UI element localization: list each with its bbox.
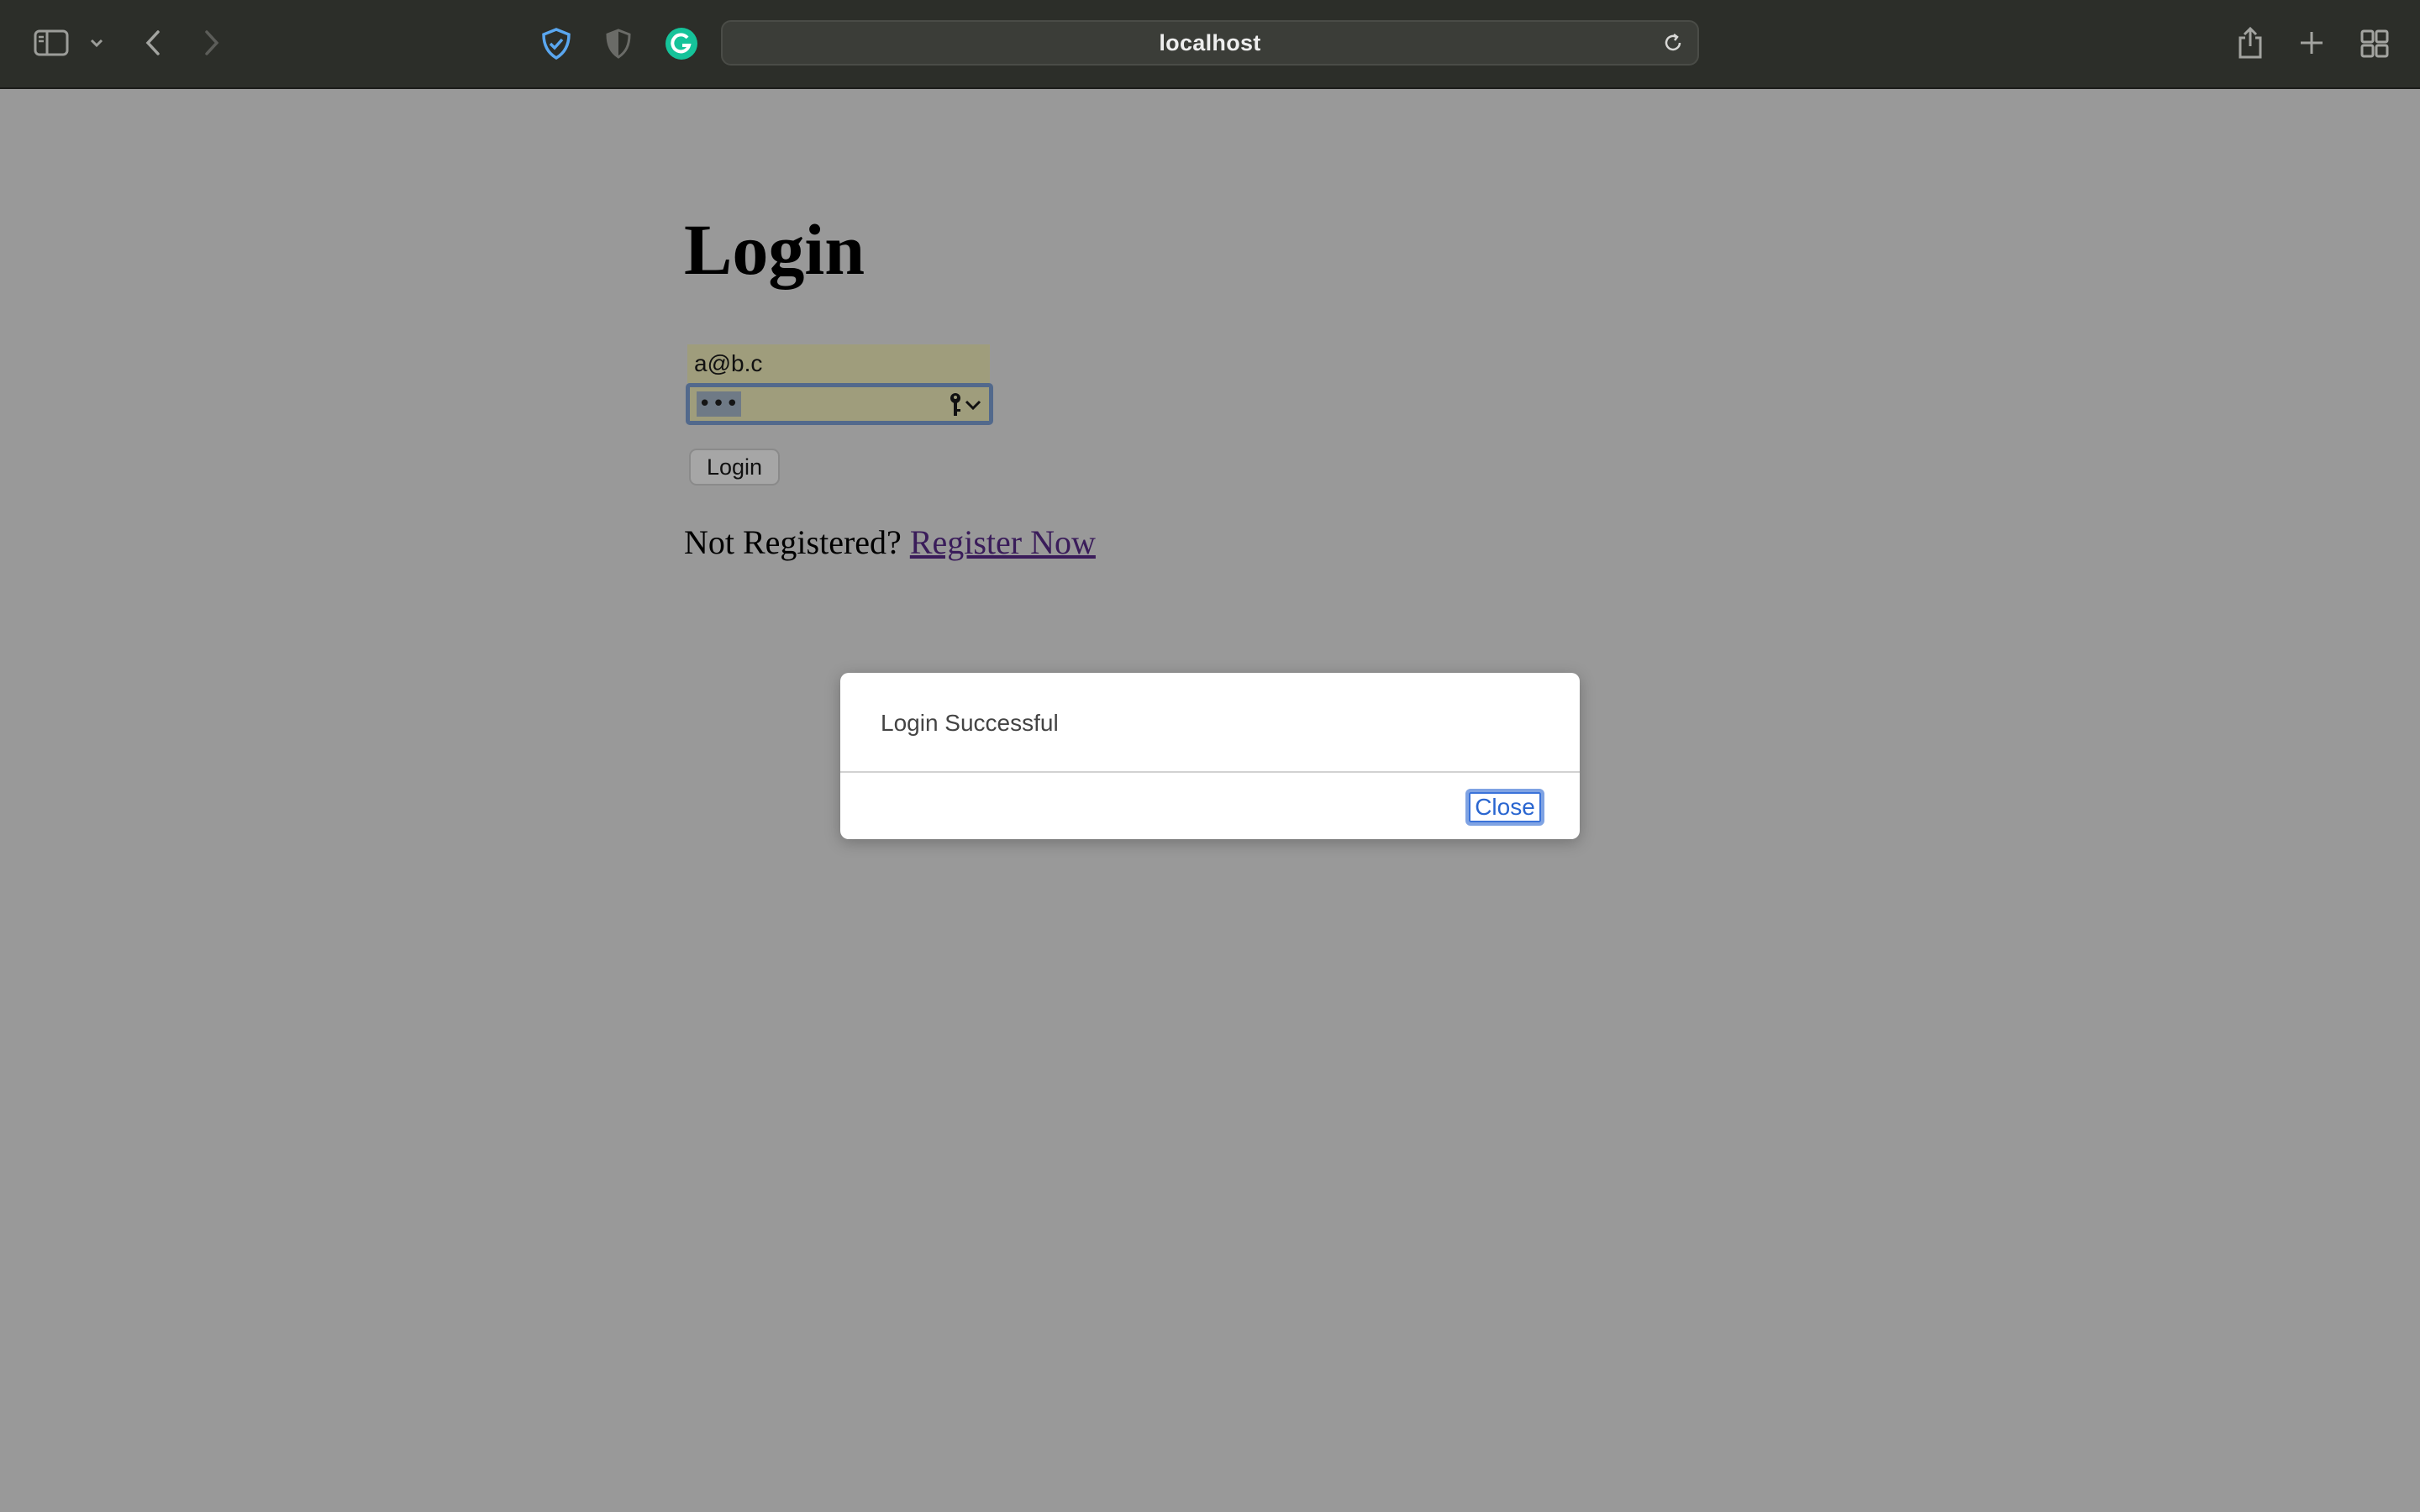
chevron-down-icon	[964, 398, 982, 416]
page-title: Login	[684, 209, 865, 290]
back-arrow-icon[interactable]	[139, 27, 166, 59]
password-value: •••	[697, 391, 742, 417]
dialog-message: Login Successful	[881, 710, 1059, 736]
browser-toolbar: localhost	[0, 0, 2420, 89]
sidebar-icon[interactable]	[32, 25, 71, 60]
register-link[interactable]: Register Now	[910, 523, 1096, 561]
address-text: localhost	[1159, 29, 1261, 55]
privacy-shield-icon[interactable]	[602, 25, 635, 62]
password-autofill-control[interactable]	[949, 392, 982, 422]
new-tab-icon[interactable]	[2296, 27, 2328, 59]
grammarly-icon[interactable]	[664, 26, 699, 61]
tab-overview-icon[interactable]	[2358, 27, 2391, 60]
alert-dialog: Login Successful Close	[840, 673, 1580, 839]
reload-icon[interactable]	[1662, 32, 1684, 58]
dialog-divider	[840, 771, 1580, 773]
login-button[interactable]: Login	[689, 449, 780, 486]
chevron-down-icon[interactable]	[87, 34, 106, 52]
shield-check-icon[interactable]	[538, 25, 575, 62]
email-field[interactable]: a@b.c	[687, 344, 990, 383]
share-icon[interactable]	[2235, 24, 2265, 62]
email-value: a@b.c	[694, 350, 763, 376]
address-bar[interactable]: localhost	[721, 20, 1699, 66]
password-field[interactable]: •••	[686, 383, 993, 425]
forward-arrow-icon[interactable]	[198, 27, 225, 59]
register-line: Not Registered? Register Now	[684, 522, 1096, 562]
register-prompt: Not Registered?	[684, 523, 902, 561]
close-button[interactable]: Close	[1465, 789, 1544, 826]
key-icon	[949, 392, 962, 422]
